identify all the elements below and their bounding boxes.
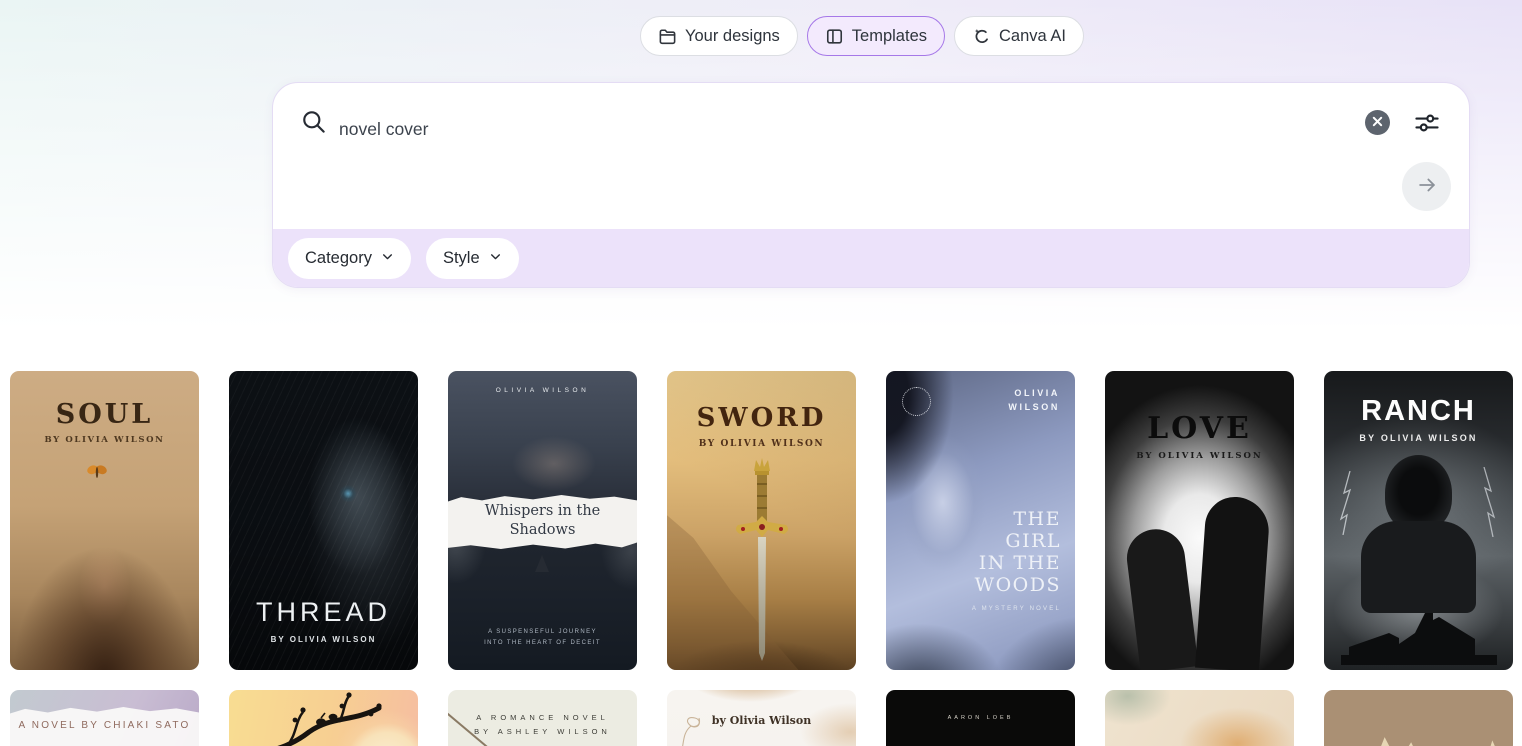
tab-canva-ai-label: Canva AI	[999, 27, 1066, 46]
clear-search-button[interactable]	[1365, 110, 1390, 135]
groom-silhouette	[1195, 495, 1271, 670]
book-award-badge	[902, 387, 931, 416]
cover-author: A NOVEL BY CHIAKI SATO	[10, 720, 199, 731]
cover-subtitle: A MYSTERY NOVEL	[972, 606, 1061, 612]
search-input[interactable]	[337, 107, 1301, 151]
template-card-love[interactable]: LOVE BY OLIVIA WILSON	[1105, 371, 1294, 670]
template-card-sunset-branch[interactable]	[229, 690, 418, 746]
cover-title: LOVE	[1105, 411, 1294, 446]
sliders-icon	[1413, 125, 1441, 140]
cover-author: BY OLIVIA WILSON	[10, 435, 199, 445]
style-filter-label: Style	[443, 249, 480, 268]
category-filter-dropdown[interactable]: Category	[288, 238, 411, 279]
template-card-chiaki-sato[interactable]: A NOVEL BY CHIAKI SATO	[10, 690, 199, 746]
canva-ai-icon	[972, 27, 991, 46]
cover-title: RANCH	[1324, 395, 1513, 428]
templates-search-page: Your designs Templates Canva AI	[0, 0, 1522, 746]
cover-author: BY OLIVIA WILSON	[667, 439, 856, 449]
cover-title: THE GIRL IN THE WOODS	[975, 509, 1061, 596]
template-grid-row-1: SOUL BY OLIVIA WILSON THREAD BY OLIVIA W…	[10, 371, 1513, 670]
template-card-whispers-in-the-shadows[interactable]: OLIVIA WILSON Whispers in the Shadows A …	[448, 371, 637, 670]
tab-templates-label: Templates	[852, 27, 927, 46]
cover-author: BY OLIVIA WILSON	[229, 635, 418, 644]
bride-silhouette	[1124, 526, 1199, 670]
chevron-down-icon	[381, 249, 394, 268]
hooded-figure-body	[1361, 521, 1476, 613]
cover-author: by Olivia Wilson	[667, 714, 856, 727]
template-card-aaron-loeb[interactable]: AARON LOEB	[886, 690, 1075, 746]
template-grid-row-2: A NOVEL BY CHIAKI SATO A ROMANCE NOV	[10, 690, 1513, 746]
tab-your-designs-label: Your designs	[685, 27, 780, 46]
cover-title: SOUL	[10, 399, 199, 430]
sword-illustration	[732, 455, 792, 670]
tab-your-designs[interactable]: Your designs	[640, 16, 798, 56]
torn-paper-shape	[1352, 732, 1454, 746]
search-settings-button[interactable]	[1413, 109, 1441, 137]
folder-icon	[658, 27, 677, 46]
cover-author: BY OLIVIA WILSON	[1324, 433, 1513, 443]
sailboat-silhouette	[535, 555, 549, 572]
cover-author: OLIVIA WILSON	[448, 387, 637, 394]
filter-bar: Category Style	[273, 229, 1469, 287]
search-submit-button[interactable]	[1402, 162, 1451, 211]
hooded-figure-silhouette	[1385, 455, 1452, 531]
style-filter-dropdown[interactable]: Style	[426, 238, 519, 279]
search-icon	[300, 108, 327, 140]
cover-tagline: A SUSPENSEFUL JOURNEY INTO THE HEART OF …	[448, 627, 637, 649]
torn-paper-shape	[1467, 730, 1513, 746]
template-card-thread[interactable]: THREAD BY OLIVIA WILSON	[229, 371, 418, 670]
template-card-ranch[interactable]: RANCH BY OLIVIA WILSON	[1324, 371, 1513, 670]
arrow-right-icon	[1416, 174, 1438, 199]
chevron-down-icon	[489, 249, 502, 268]
template-card-tan-torn-paper[interactable]	[1324, 690, 1513, 746]
cover-author: BY OLIVIA WILSON	[1105, 451, 1294, 461]
tree-branch-illustration	[229, 690, 418, 746]
tab-canva-ai[interactable]: Canva AI	[954, 16, 1084, 56]
cover-author: AARON LOEB	[886, 715, 1075, 721]
template-card-olivia-watercolor[interactable]: by Olivia Wilson	[667, 690, 856, 746]
lightning-icon	[1480, 467, 1498, 542]
lightning-icon	[1338, 471, 1356, 540]
cover-author: OLIVIA WILSON	[1008, 387, 1060, 414]
butterfly-icon	[86, 463, 108, 486]
cover-title: Whispers in the Shadows	[448, 502, 637, 540]
template-card-romance-ashley-wilson[interactable]: A ROMANCE NOVEL BY ASHLEY WILSON	[448, 690, 637, 746]
template-card-soul[interactable]: SOUL BY OLIVIA WILSON	[10, 371, 199, 670]
cover-title: SWORD	[667, 403, 856, 433]
top-tabs: Your designs Templates Canva AI	[640, 16, 1084, 56]
cover-author: A ROMANCE NOVEL BY ASHLEY WILSON	[448, 711, 637, 740]
templates-icon	[825, 27, 844, 46]
template-card-girl-in-the-woods[interactable]: OLIVIA WILSON THE GIRL IN THE WOODS A MY…	[886, 371, 1075, 670]
search-panel: Category Style	[272, 82, 1470, 288]
close-icon	[1372, 115, 1383, 130]
template-card-sword[interactable]: SWORD BY OLIVIA WILSON	[667, 371, 856, 670]
template-card-marbled-paper[interactable]	[1105, 690, 1294, 746]
category-filter-label: Category	[305, 249, 372, 268]
cover-title: THREAD	[229, 597, 418, 628]
house-silhouette	[1341, 611, 1497, 670]
tab-templates[interactable]: Templates	[807, 16, 945, 56]
